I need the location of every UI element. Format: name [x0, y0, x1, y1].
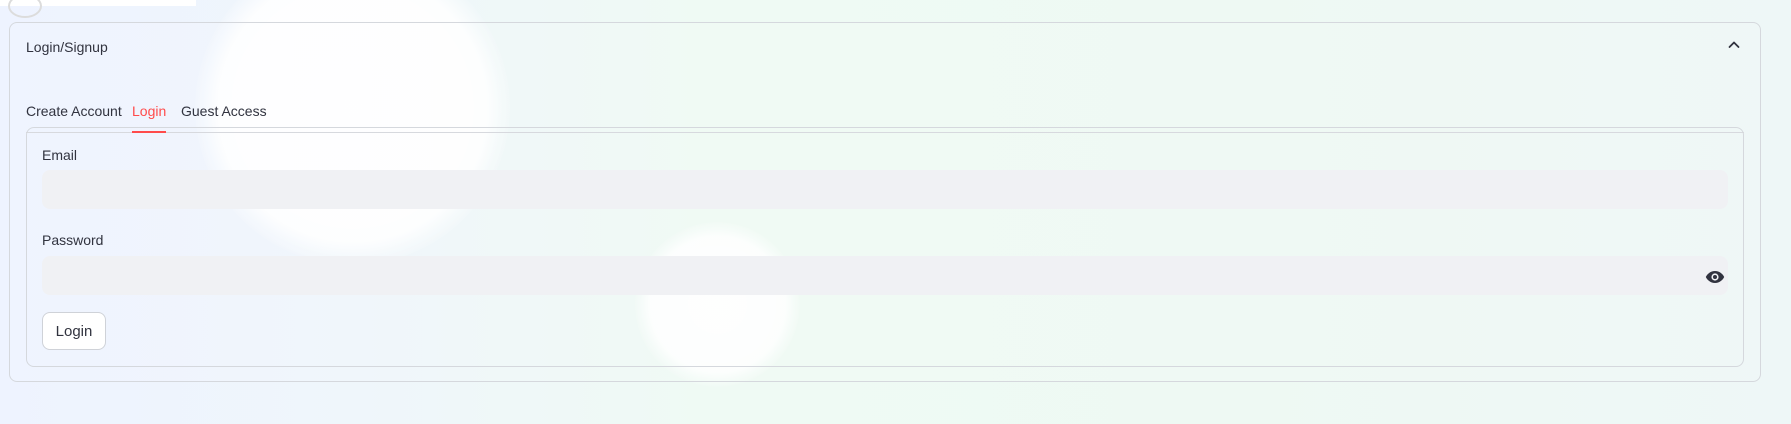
top-strip [0, 0, 196, 6]
tab-list: Create Account Login Guest Access [26, 81, 1744, 133]
login-form: Email Password Login [26, 127, 1744, 367]
chevron-up-icon[interactable] [1726, 37, 1742, 53]
email-input[interactable] [42, 170, 1728, 209]
password-label: Password [42, 232, 104, 248]
login-button[interactable]: Login [42, 312, 106, 350]
password-input[interactable] [42, 256, 1728, 295]
expander-header[interactable]: Login/Signup [10, 23, 1760, 71]
email-label: Email [42, 147, 78, 163]
login-signup-expander: Login/Signup Create Account Login Guest … [9, 22, 1761, 382]
eye-icon[interactable] [1705, 270, 1725, 284]
top-logo-fragment [8, 0, 42, 18]
expander-title: Login/Signup [26, 39, 108, 55]
